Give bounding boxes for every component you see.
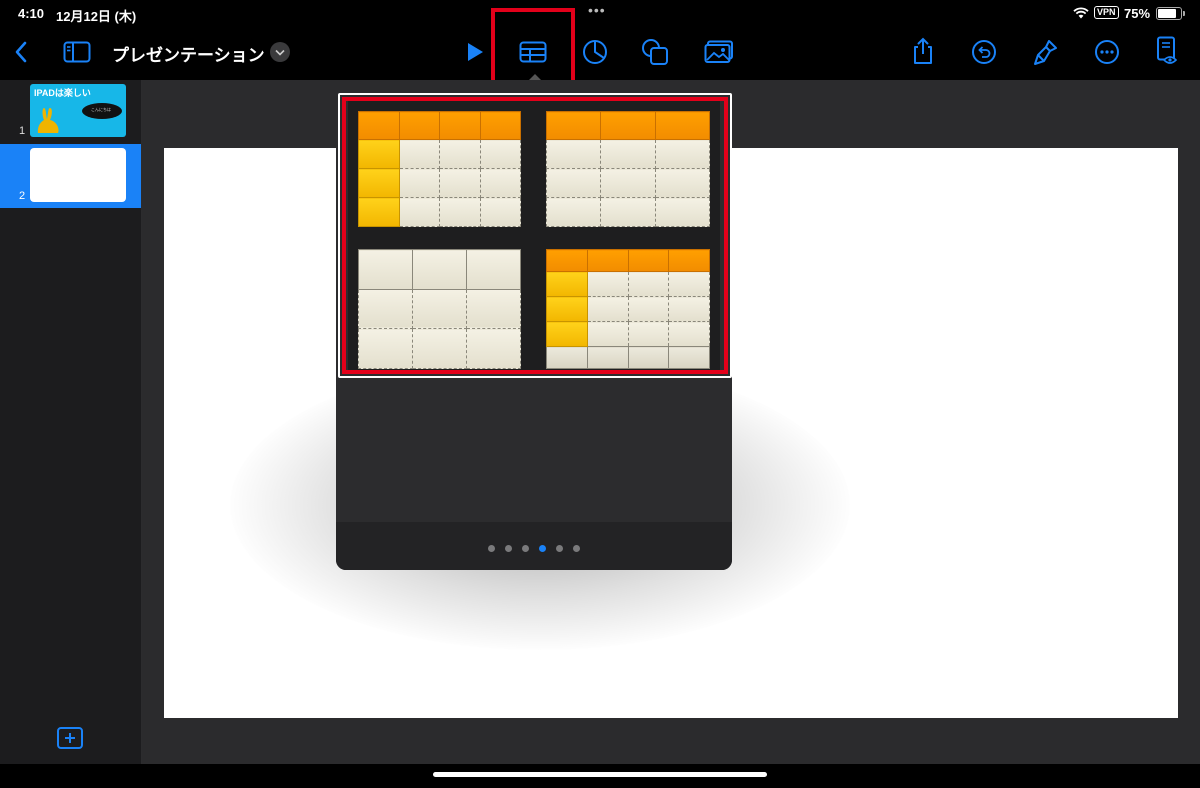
undo-icon[interactable] bbox=[969, 37, 999, 67]
page-indicator[interactable] bbox=[336, 545, 732, 552]
slide-number-2: 2 bbox=[19, 190, 26, 202]
slide-thumbnail-1[interactable]: IPADは楽しい こんにちは bbox=[30, 84, 126, 137]
popover-arrow bbox=[529, 74, 541, 80]
status-time: 4:10 bbox=[18, 6, 45, 21]
media-icon[interactable] bbox=[704, 37, 734, 67]
slide-1-title: IPADは楽しい bbox=[34, 88, 91, 98]
share-icon[interactable] bbox=[908, 36, 938, 66]
slide-thumbnail-2[interactable] bbox=[30, 148, 126, 202]
back-chevron-icon[interactable] bbox=[6, 37, 36, 67]
page-dot-6[interactable] bbox=[573, 545, 580, 552]
presenter-notes-icon[interactable] bbox=[1152, 36, 1182, 66]
status-date: 12月12日 (木) bbox=[56, 9, 137, 24]
sidebar-toggle-icon[interactable] bbox=[62, 37, 92, 67]
document-title[interactable]: プレゼンテーション bbox=[112, 41, 265, 66]
battery-percent: 75% bbox=[1124, 6, 1151, 21]
speech-bubble-text: こんにちは bbox=[91, 107, 111, 112]
chart-icon[interactable] bbox=[580, 37, 610, 67]
wifi-icon bbox=[1073, 6, 1089, 24]
style-grid-highlight bbox=[342, 97, 728, 374]
page-dot-4[interactable] bbox=[539, 545, 546, 552]
popover-footer bbox=[336, 522, 732, 570]
more-icon[interactable] bbox=[1092, 37, 1122, 67]
format-brush-icon[interactable] bbox=[1031, 37, 1061, 67]
battery-icon bbox=[1156, 7, 1185, 20]
page-dot-2[interactable] bbox=[505, 545, 512, 552]
page-dot-3[interactable] bbox=[522, 545, 529, 552]
add-slide-button[interactable] bbox=[57, 727, 83, 749]
slide-number-1: 1 bbox=[19, 125, 26, 137]
shape-icon[interactable] bbox=[640, 37, 670, 67]
home-indicator[interactable] bbox=[433, 772, 767, 777]
multitasking-dots-icon[interactable]: ••• bbox=[588, 2, 606, 18]
page-dot-5[interactable] bbox=[556, 545, 563, 552]
page-dot-1[interactable] bbox=[488, 545, 495, 552]
play-icon[interactable] bbox=[460, 37, 490, 67]
rabbit-icon bbox=[37, 108, 59, 133]
title-menu-chevron-icon[interactable] bbox=[270, 42, 290, 62]
vpn-badge: VPN bbox=[1094, 6, 1119, 19]
